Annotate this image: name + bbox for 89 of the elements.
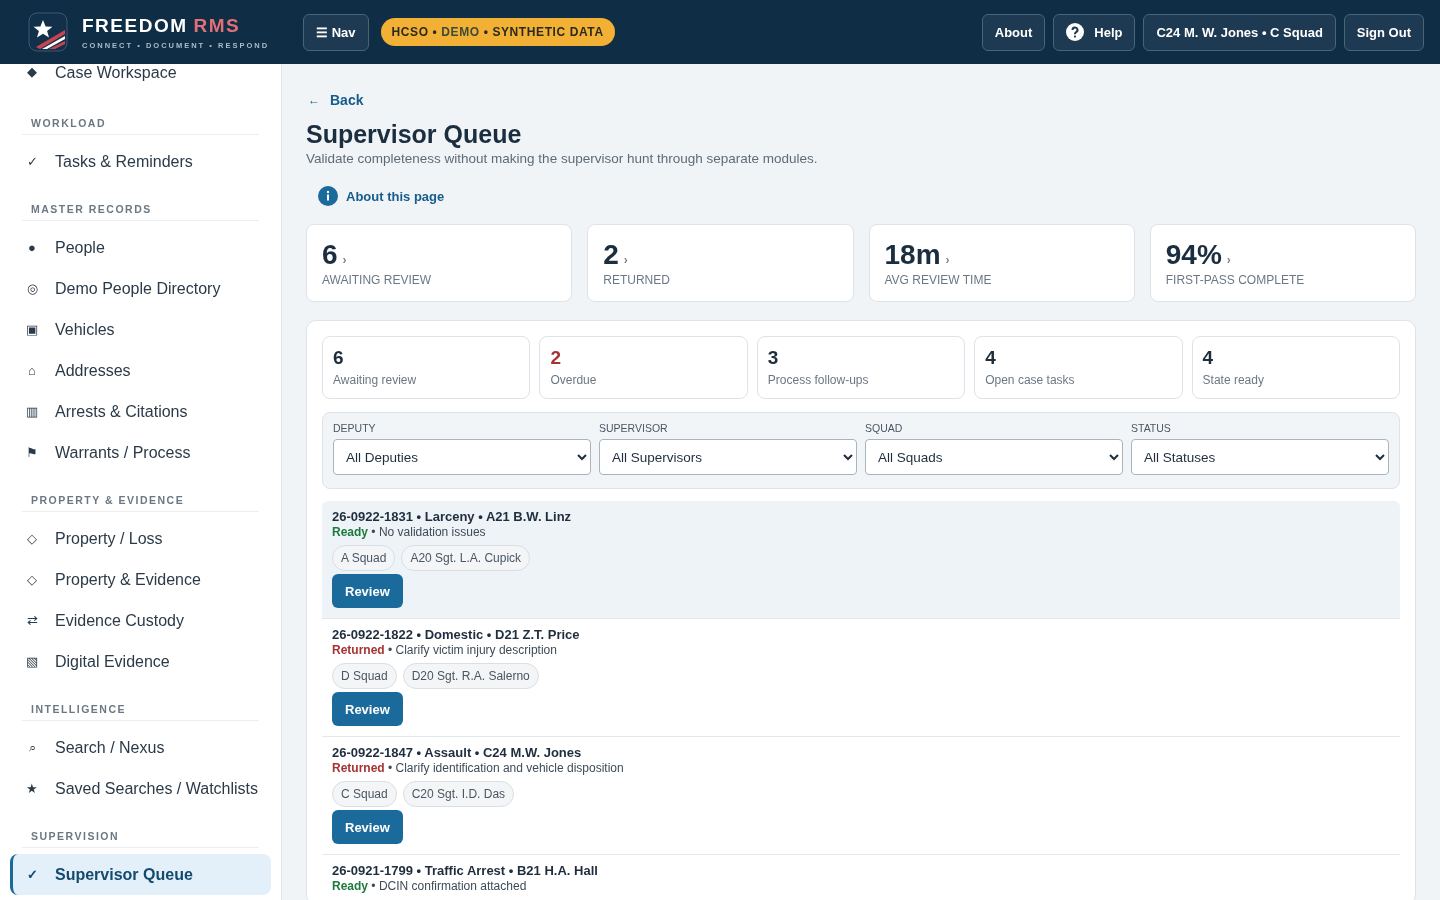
page-subtitle: Validate completeness without making the supervisor hunt through separate modules. bbox=[306, 151, 819, 166]
case-title: 26-0922-1847 • Assault • C24 M.W. Jones bbox=[332, 745, 583, 760]
filter-label: DEPUTY bbox=[333, 422, 377, 434]
nav-button[interactable]: ☰ Nav bbox=[303, 13, 369, 51]
stat-card[interactable]: 2 › RETURNED bbox=[587, 224, 854, 302]
case-title: 26-0922-1831 • Larceny • A21 B.W. Linz bbox=[332, 509, 573, 524]
summary-value: 2 bbox=[550, 347, 562, 369]
summary-value: 4 bbox=[985, 347, 997, 369]
summary-value: 6 bbox=[333, 347, 345, 369]
stat-label: AWAITING REVIEW bbox=[322, 273, 433, 287]
sidebar-item[interactable]: ◆ Case Workspace bbox=[10, 64, 271, 96]
help-icon bbox=[1066, 23, 1085, 41]
header-button[interactable]: Sign Out bbox=[1343, 13, 1424, 51]
queue-row[interactable]: 26-0922-1822 • Domestic • D21 Z.T. Price Returned • Clarify victim injury description D Squad D20 Sgt. R.A. Salerno Review bbox=[322, 619, 1400, 737]
header-button[interactable]: C24 M. W. Jones • C Squad bbox=[1143, 13, 1336, 51]
tag-chip: D20 Sgt. R.A. Salerno bbox=[402, 663, 539, 689]
stat-label: AVG REVIEW TIME bbox=[884, 273, 993, 287]
filter-label: SUPERVISOR bbox=[599, 422, 669, 434]
tag-chip: D Squad bbox=[332, 663, 397, 689]
sidebar-item[interactable]: ⚑ Warrants / Process bbox=[10, 432, 271, 473]
summary-label: Awaiting review bbox=[333, 373, 418, 387]
summary-label: State ready bbox=[1202, 373, 1265, 387]
case-status: Returned • Clarify identification and vehicle disposition bbox=[332, 761, 625, 775]
sidebar-item[interactable]: ▥ Arrests & Citations bbox=[10, 391, 271, 432]
filter-select[interactable]: All Supervisors bbox=[599, 439, 857, 475]
stat-label: RETURNED bbox=[603, 273, 671, 287]
sidebar-item[interactable]: ● People bbox=[10, 227, 271, 268]
case-title: 26-0921-1799 • Traffic Arrest • B21 H.A. Hall bbox=[332, 863, 599, 878]
sidebar-item[interactable]: ◎ Demo People Directory bbox=[10, 268, 271, 309]
stat-card[interactable]: 18m › AVG REVIEW TIME bbox=[868, 224, 1135, 302]
header-button[interactable]: About bbox=[981, 13, 1046, 51]
review-button[interactable]: Review bbox=[332, 692, 403, 726]
section-heading: INTELLIGENCE bbox=[22, 703, 259, 721]
review-button[interactable]: Review bbox=[332, 810, 403, 844]
environment-badge: HCSO • DEMO • SYNTHETIC DATA bbox=[380, 18, 615, 46]
filter-label: SQUAD bbox=[865, 422, 904, 434]
stat-value: 2 bbox=[603, 239, 619, 271]
chevron-icon: › bbox=[945, 253, 950, 267]
sidebar-item[interactable]: ⌂ Addresses bbox=[10, 350, 271, 391]
stat-value: 6 bbox=[322, 239, 338, 271]
stat-value: 94% bbox=[1165, 239, 1222, 271]
summary-label: Overdue bbox=[550, 373, 598, 387]
tag-chip: C20 Sgt. I.D. Das bbox=[402, 781, 515, 807]
sidebar-item[interactable]: ▣ Vehicles bbox=[10, 309, 271, 350]
star-flag-logo bbox=[28, 12, 68, 52]
chevron-icon: › bbox=[342, 253, 347, 267]
filter-label: STATUS bbox=[1131, 422, 1172, 434]
sidebar-item[interactable]: ◇ Property & Evidence bbox=[10, 559, 271, 600]
tag-chip: A20 Sgt. L.A. Cupick bbox=[401, 545, 531, 571]
case-status: Returned • Clarify victim injury description bbox=[332, 643, 558, 657]
sidebar-item[interactable]: ▧ Digital Evidence bbox=[10, 641, 271, 682]
back-link[interactable]: ← Back bbox=[308, 92, 364, 108]
section-heading: PROPERTY & EVIDENCE bbox=[22, 494, 259, 512]
chevron-icon: › bbox=[1226, 253, 1231, 267]
queue-row[interactable]: 26-0922-1831 • Larceny • A21 B.W. Linz Ready • No validation issues A Squad A20 Sgt. L.A. Cupick Review bbox=[322, 501, 1400, 619]
case-status: Ready • DCIN confirmation attached bbox=[332, 879, 528, 893]
summary-label: Process follow-ups bbox=[767, 373, 870, 387]
section-heading: SUPERVISION bbox=[22, 830, 259, 848]
case-status: Ready • No validation issues bbox=[332, 525, 487, 539]
sidebar-item[interactable]: ✓ Supervisor Queue bbox=[10, 854, 271, 895]
queue-row[interactable]: 26-0921-1799 • Traffic Arrest • B21 H.A. Hall Ready • DCIN confirmation attached bbox=[322, 855, 1400, 900]
sidebar-item[interactable]: ⌕ Search / Nexus bbox=[10, 727, 271, 768]
section-heading: MASTER RECORDS bbox=[22, 203, 259, 221]
tag-chip: C Squad bbox=[332, 781, 397, 807]
stat-card[interactable]: 6 › AWAITING REVIEW bbox=[306, 224, 573, 302]
sidebar-item[interactable]: ⇄ Evidence Custody bbox=[10, 600, 271, 641]
stat-label: FIRST-PASS COMPLETE bbox=[1165, 273, 1306, 287]
filter-select[interactable]: All Statuses bbox=[1131, 439, 1389, 475]
filter-select[interactable]: All Squads bbox=[865, 439, 1123, 475]
sidebar-item[interactable]: ✓ Tasks & Reminders bbox=[10, 141, 271, 182]
review-button[interactable]: Review bbox=[332, 574, 403, 608]
info-icon bbox=[318, 186, 338, 206]
sidebar-item[interactable]: ★ Saved Searches / Watchlists bbox=[10, 768, 271, 809]
stat-card[interactable]: 94% › FIRST-PASS COMPLETE bbox=[1149, 224, 1416, 302]
case-title: 26-0922-1822 • Domestic • D21 Z.T. Price bbox=[332, 627, 581, 642]
section-heading: WORKLOAD bbox=[22, 117, 259, 135]
app-title: FREEDOM RMS bbox=[82, 14, 242, 37]
filter-select[interactable]: All Deputies bbox=[333, 439, 591, 475]
chevron-icon: › bbox=[623, 253, 628, 267]
help-button[interactable]: Help bbox=[1053, 13, 1136, 51]
sidebar-item[interactable]: ◇ Property / Loss bbox=[10, 518, 271, 559]
summary-value: 3 bbox=[767, 347, 780, 369]
summary-label: Open case tasks bbox=[985, 373, 1076, 387]
tag-chip: A Squad bbox=[332, 545, 396, 571]
stat-value: 18m bbox=[884, 239, 941, 271]
about-link[interactable]: About this page bbox=[318, 186, 445, 206]
summary-value: 4 bbox=[1202, 347, 1215, 369]
queue-row[interactable]: 26-0922-1847 • Assault • C24 M.W. Jones Returned • Clarify identification and vehicle disposition C Squad C20 Sgt. I.D. Das Review bbox=[322, 737, 1400, 855]
page-title: Supervisor Queue bbox=[306, 120, 523, 149]
